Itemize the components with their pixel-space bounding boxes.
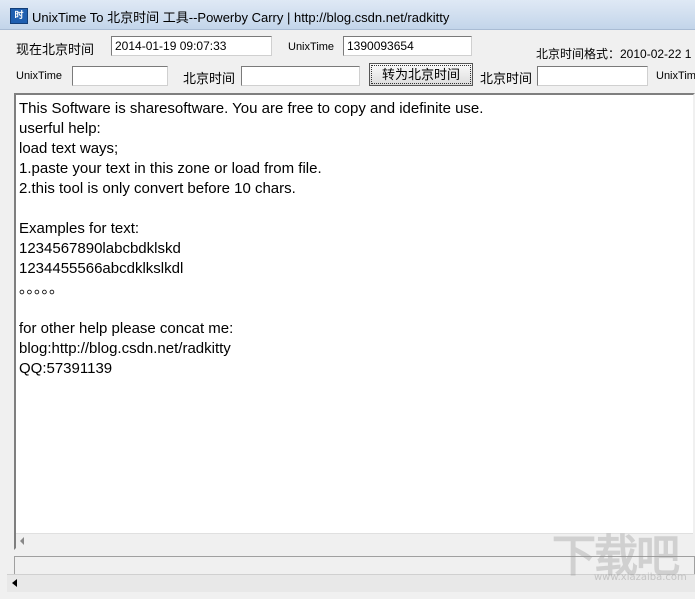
scroll-left-arrow-icon[interactable] bbox=[20, 537, 24, 545]
text-area-content[interactable]: This Software is sharesoftware. You are … bbox=[19, 99, 689, 532]
unixtime-input[interactable] bbox=[72, 66, 168, 86]
beijing-time-output-field[interactable] bbox=[241, 66, 360, 86]
unixtime-output-label: UnixTim bbox=[656, 70, 695, 82]
beijing-time-input-label: 北京时间 bbox=[480, 71, 533, 86]
text-area[interactable]: This Software is sharesoftware. You are … bbox=[14, 93, 695, 550]
title-bar[interactable]: 时 UnixTime To 北京时间 工具--Powerby Carry | h… bbox=[0, 0, 695, 30]
watermark-url: www.xiazaiba.com bbox=[594, 572, 687, 583]
convert-button-label: 转为北京时间 bbox=[371, 65, 471, 84]
beijing-time-output-label: 北京时间 bbox=[183, 71, 236, 86]
current-unixtime-field[interactable]: 1390093654 bbox=[343, 36, 472, 56]
convert-to-beijing-time-button[interactable]: 转为北京时间 bbox=[369, 63, 473, 86]
app-clock-icon: 时 bbox=[10, 8, 28, 24]
current-unixtime-label: UnixTime bbox=[288, 41, 335, 53]
now-beijing-time-label: 现在北京时间 bbox=[16, 42, 95, 57]
now-beijing-time-field[interactable]: 2014-01-19 09:07:33 bbox=[111, 36, 272, 56]
window-title: UnixTime To 北京时间 工具--Powerby Carry | htt… bbox=[32, 10, 450, 25]
beijing-time-input[interactable] bbox=[537, 66, 648, 86]
window-scroll-left-arrow-icon[interactable] bbox=[12, 579, 17, 587]
unixtime-input-label: UnixTime bbox=[16, 70, 63, 82]
beijing-time-format-hint: 北京时间格式：2010-02-22 1 bbox=[536, 47, 692, 61]
